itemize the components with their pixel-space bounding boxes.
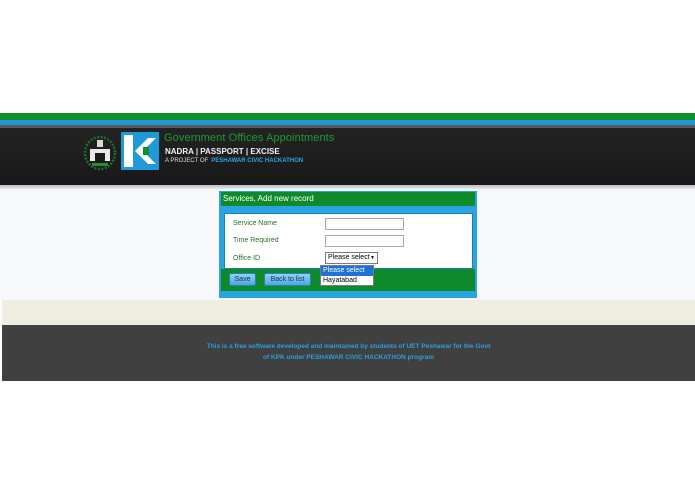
brand-project-name: PESHAWAR CIVIC HACKATHON <box>211 158 304 164</box>
header-stripe-green <box>0 113 695 120</box>
kp-logo-icon <box>121 132 159 170</box>
service-name-label: Service Name <box>233 220 277 227</box>
chevron-down-icon: ▼ <box>370 255 375 261</box>
brand-subtitle: NADRA | PASSPORT | EXCISE <box>165 147 280 156</box>
service-name-input[interactable] <box>325 218 404 230</box>
time-required-label: Time Required <box>233 237 279 244</box>
office-id-selected-value: Please select <box>328 254 370 261</box>
dropdown-option-hayatabad[interactable]: Hayatabad <box>321 276 373 286</box>
save-button[interactable]: Save <box>229 273 256 286</box>
brand-project: A PROJECT OF PESHAWAR CIVIC HACKATHON <box>165 158 303 164</box>
brand-title: Government Offices Appointments <box>164 132 335 144</box>
form-body: Service Name Time Required Office ID Ple… <box>224 213 473 269</box>
content-band <box>2 300 695 325</box>
office-id-label: Office ID <box>233 255 261 262</box>
office-id-select[interactable]: Please select ▼ <box>325 252 378 264</box>
back-to-list-button[interactable]: Back to list <box>264 273 311 286</box>
card-title: Services, Add new record <box>221 192 475 206</box>
footer-line-2: of KPK under PESHAWAR CIVIC HACKATHON pr… <box>262 354 435 361</box>
footer-line-1: This is a free software developed and ma… <box>206 343 491 350</box>
dropdown-option-please-select[interactable]: Please select <box>321 266 373 276</box>
brand-project-prefix: A PROJECT OF <box>165 158 209 164</box>
footer-text: This is a free software developed and ma… <box>2 341 695 363</box>
footer: This is a free software developed and ma… <box>2 325 695 381</box>
page: Government Offices Appointments NADRA | … <box>0 0 695 494</box>
kpk-emblem-icon <box>83 135 117 171</box>
office-id-dropdown: Please select Hayatabad <box>320 265 374 286</box>
time-required-input[interactable] <box>325 235 404 247</box>
